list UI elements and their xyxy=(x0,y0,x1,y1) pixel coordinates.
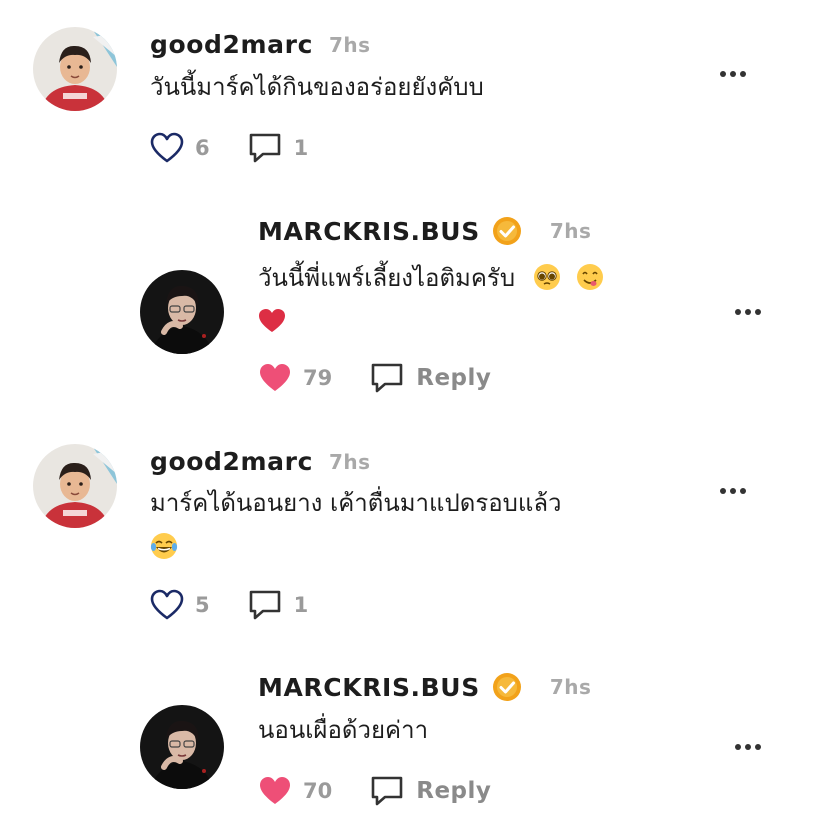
reply-count: 1 xyxy=(293,593,309,617)
verified-badge-icon xyxy=(492,216,522,246)
comment-line: นอนเผื่อด้วยค่าา xyxy=(258,716,429,744)
comment-icon[interactable] xyxy=(248,589,282,621)
reply-icon[interactable] xyxy=(370,362,404,394)
username[interactable]: good2marc xyxy=(150,447,313,476)
tears-of-joy-icon xyxy=(150,532,178,560)
comment-actions: 5 1 xyxy=(150,589,308,621)
username[interactable]: MARCKRIS.BUS xyxy=(258,673,480,702)
avatar[interactable] xyxy=(140,270,224,354)
reply-button[interactable]: Reply xyxy=(416,365,491,391)
more-options-icon[interactable] xyxy=(718,69,748,79)
liked-heart-button[interactable] xyxy=(258,775,292,807)
reply-button[interactable]: Reply xyxy=(416,778,491,804)
like-count: 79 xyxy=(303,366,333,390)
reply-icon[interactable] xyxy=(370,775,404,807)
liked-heart-button[interactable] xyxy=(258,362,292,394)
comment-icon[interactable] xyxy=(248,132,282,164)
avatar[interactable] xyxy=(33,444,117,528)
verified-badge-icon xyxy=(492,672,522,702)
comment-line: วันนี้มาร์คได้กินของอร่อยยังคับบ xyxy=(150,73,484,101)
like-button[interactable] xyxy=(150,132,184,164)
comment-text: วันนี้พี่แพร์เลี้ยงไอติมครับ xyxy=(258,256,604,300)
pleading-face-icon xyxy=(533,263,561,291)
comment-header: MARCKRIS.BUS 7hs xyxy=(258,672,591,702)
comment-actions: 6 1 xyxy=(150,132,308,164)
username[interactable]: good2marc xyxy=(150,30,313,59)
comment-text: มาร์คได้นอนยาง เค้าตื่นมาแปดรอบแล้ว xyxy=(150,481,562,525)
more-options-icon[interactable] xyxy=(718,486,748,496)
timestamp: 7hs xyxy=(549,675,592,699)
more-options-icon[interactable] xyxy=(733,742,763,752)
yum-face-icon xyxy=(576,263,604,291)
timestamp: 7hs xyxy=(549,219,592,243)
red-heart-icon xyxy=(258,307,286,335)
avatar[interactable] xyxy=(33,27,117,111)
more-options-icon[interactable] xyxy=(733,307,763,317)
like-button[interactable] xyxy=(150,589,184,621)
comment-text: วันนี้มาร์คได้กินของอร่อยยังคับบ xyxy=(150,65,484,109)
avatar[interactable] xyxy=(140,705,224,789)
like-count: 6 xyxy=(195,136,210,160)
comment-extra-line xyxy=(150,525,178,569)
comment-header: MARCKRIS.BUS 7hs xyxy=(258,216,591,246)
comment-line: มาร์คได้นอนยาง เค้าตื่นมาแปดรอบแล้ว xyxy=(150,489,562,517)
comment-header: good2marc 7hs xyxy=(150,447,371,476)
reply-count: 1 xyxy=(293,136,309,160)
comment-actions: 70 Reply xyxy=(258,775,491,807)
timestamp: 7hs xyxy=(329,32,371,57)
comment-extra-line xyxy=(258,300,286,344)
like-count: 5 xyxy=(195,593,210,617)
comment-line: วันนี้พี่แพร์เลี้ยงไอติมครับ xyxy=(258,264,516,292)
timestamp: 7hs xyxy=(329,449,371,474)
comment-header: good2marc 7hs xyxy=(150,30,371,59)
username[interactable]: MARCKRIS.BUS xyxy=(258,217,480,246)
like-count: 70 xyxy=(303,779,333,803)
comment-actions: 79 Reply xyxy=(258,362,491,394)
comment-text: นอนเผื่อด้วยค่าา xyxy=(258,708,428,752)
